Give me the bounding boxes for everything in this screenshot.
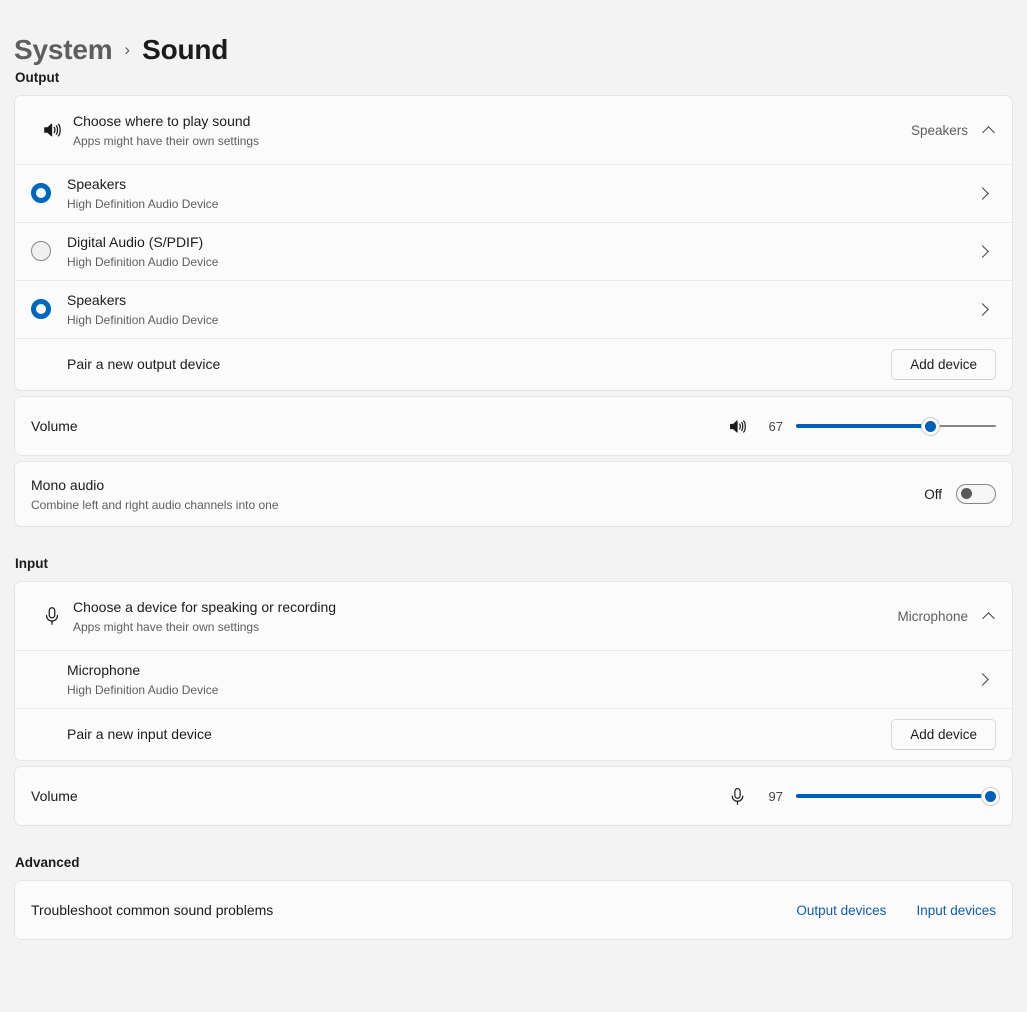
output-volume-card: Volume 67 — [14, 396, 1013, 456]
slider-fill — [796, 794, 990, 798]
input-volume-value: 97 — [768, 788, 783, 804]
output-volume-value: 67 — [768, 418, 783, 434]
output-chooser-title: Choose where to play sound — [73, 112, 251, 129]
output-pair-label: Pair a new output device — [67, 355, 221, 372]
chevron-right-icon[interactable] — [978, 302, 992, 316]
breadcrumb: System › Sound — [14, 0, 1013, 65]
microphone-icon[interactable] — [727, 786, 748, 807]
input-device-name-0: Microphone — [67, 661, 141, 678]
output-device-radio-0[interactable] — [31, 183, 51, 203]
slider-thumb[interactable] — [980, 786, 1000, 806]
page-title: Sound — [142, 34, 229, 65]
mono-audio-subtitle: Combine left and right audio channels in… — [31, 497, 279, 512]
section-label-input: Input — [15, 556, 48, 571]
output-chooser-trail: Speakers — [911, 123, 996, 138]
chevron-right-icon[interactable] — [978, 244, 992, 258]
add-input-device-button[interactable]: Add device — [891, 718, 996, 750]
output-device-detail-1: High Definition Audio Device — [67, 254, 219, 269]
input-chooser-title: Choose a device for speaking or recordin… — [73, 598, 337, 615]
output-devices-card: Choose where to play sound Apps might ha… — [14, 95, 1013, 391]
input-pair-trail: Add device — [891, 718, 996, 750]
input-chooser-trail: Microphone — [897, 609, 996, 624]
troubleshoot-row: Troubleshoot common sound problems Outpu… — [15, 881, 1012, 939]
input-volume-card: Volume 97 — [14, 766, 1013, 826]
add-output-device-button[interactable]: Add device — [891, 348, 996, 380]
input-chooser-value: Microphone — [897, 608, 968, 624]
output-device-radio-1[interactable] — [31, 241, 51, 261]
troubleshoot-links: Output devices Input devices — [796, 903, 996, 918]
mono-audio-toggle[interactable] — [956, 484, 996, 504]
output-device-name-2: Speakers — [67, 291, 127, 308]
input-device-texts-0: Microphone High Definition Audio Device — [67, 661, 978, 698]
output-device-texts-2: Speakers High Definition Audio Device — [67, 291, 978, 328]
section-label-advanced: Advanced — [15, 855, 80, 870]
mono-audio-state-label: Off — [924, 486, 942, 502]
output-device-detail-2: High Definition Audio Device — [67, 312, 219, 327]
output-volume-label: Volume — [31, 417, 78, 434]
input-device-trail-0 — [978, 672, 996, 686]
output-device-texts-1: Digital Audio (S/PDIF) High Definition A… — [67, 233, 978, 270]
mono-audio-card: Mono audio Combine left and right audio … — [14, 461, 1013, 527]
output-device-texts-0: Speakers High Definition Audio Device — [67, 175, 978, 212]
output-pair-trail: Add device — [891, 348, 996, 380]
input-volume-controls: 97 — [727, 786, 1000, 807]
input-volume-label: Volume — [31, 787, 78, 804]
input-chooser-texts: Choose a device for speaking or recordin… — [73, 598, 897, 635]
toggle-knob — [961, 488, 972, 500]
chevron-right-icon[interactable] — [978, 672, 992, 686]
output-volume-slider[interactable] — [796, 416, 996, 436]
output-device-name-1: Digital Audio (S/PDIF) — [67, 233, 204, 250]
input-chooser-subtitle: Apps might have their own settings — [73, 619, 260, 634]
output-device-row-2[interactable]: Speakers High Definition Audio Device — [15, 280, 1012, 338]
input-device-detail-0: High Definition Audio Device — [67, 682, 219, 697]
output-volume-row: Volume 67 — [15, 397, 1012, 455]
chevron-up-icon[interactable] — [982, 609, 996, 623]
chevron-right-icon[interactable] — [978, 186, 992, 200]
link-output-devices[interactable]: Output devices — [796, 903, 886, 918]
chevron-up-icon[interactable] — [982, 123, 996, 137]
mono-audio-texts: Mono audio Combine left and right audio … — [31, 476, 924, 513]
speaker-icon — [31, 119, 73, 141]
mono-audio-title: Mono audio — [31, 476, 105, 493]
input-devices-card: Choose a device for speaking or recordin… — [14, 581, 1013, 761]
output-device-trail-1 — [978, 244, 996, 258]
output-chooser-row[interactable]: Choose where to play sound Apps might ha… — [15, 96, 1012, 164]
output-device-name-0: Speakers — [67, 175, 127, 192]
output-device-detail-0: High Definition Audio Device — [67, 196, 219, 211]
output-volume-controls: 67 — [727, 416, 996, 437]
output-device-row-0[interactable]: Speakers High Definition Audio Device — [15, 164, 1012, 222]
output-chooser-subtitle: Apps might have their own settings — [73, 133, 260, 148]
input-chooser-row[interactable]: Choose a device for speaking or recordin… — [15, 582, 1012, 650]
output-chooser-texts: Choose where to play sound Apps might ha… — [73, 112, 911, 149]
output-pair-row: Pair a new output device Add device — [15, 338, 1012, 390]
output-device-trail-0 — [978, 186, 996, 200]
output-device-row-1[interactable]: Digital Audio (S/PDIF) High Definition A… — [15, 222, 1012, 280]
output-device-radio-2[interactable] — [31, 299, 51, 319]
input-pair-label: Pair a new input device — [67, 725, 212, 742]
slider-thumb[interactable] — [920, 416, 940, 436]
input-device-row-0[interactable]: Microphone High Definition Audio Device — [15, 650, 1012, 708]
link-input-devices[interactable]: Input devices — [916, 903, 996, 918]
section-label-output: Output — [15, 70, 60, 85]
output-chooser-value: Speakers — [910, 122, 968, 138]
output-device-trail-2 — [978, 302, 996, 316]
sound-settings-page: System › Sound Output Choose where to pl… — [0, 0, 1027, 1012]
mono-audio-trail: Off — [924, 484, 996, 504]
input-pair-row: Pair a new input device Add device — [15, 708, 1012, 760]
input-volume-row: Volume 97 — [15, 767, 1012, 825]
slider-fill — [796, 424, 930, 428]
mono-audio-row: Mono audio Combine left and right audio … — [15, 462, 1012, 526]
microphone-icon — [31, 605, 73, 627]
input-volume-slider[interactable] — [796, 786, 1000, 806]
speaker-icon[interactable] — [727, 416, 748, 437]
breadcrumb-separator-icon: › — [124, 40, 131, 59]
advanced-card: Troubleshoot common sound problems Outpu… — [14, 880, 1013, 940]
troubleshoot-label: Troubleshoot common sound problems — [31, 901, 274, 918]
breadcrumb-root-system[interactable]: System — [14, 34, 113, 66]
